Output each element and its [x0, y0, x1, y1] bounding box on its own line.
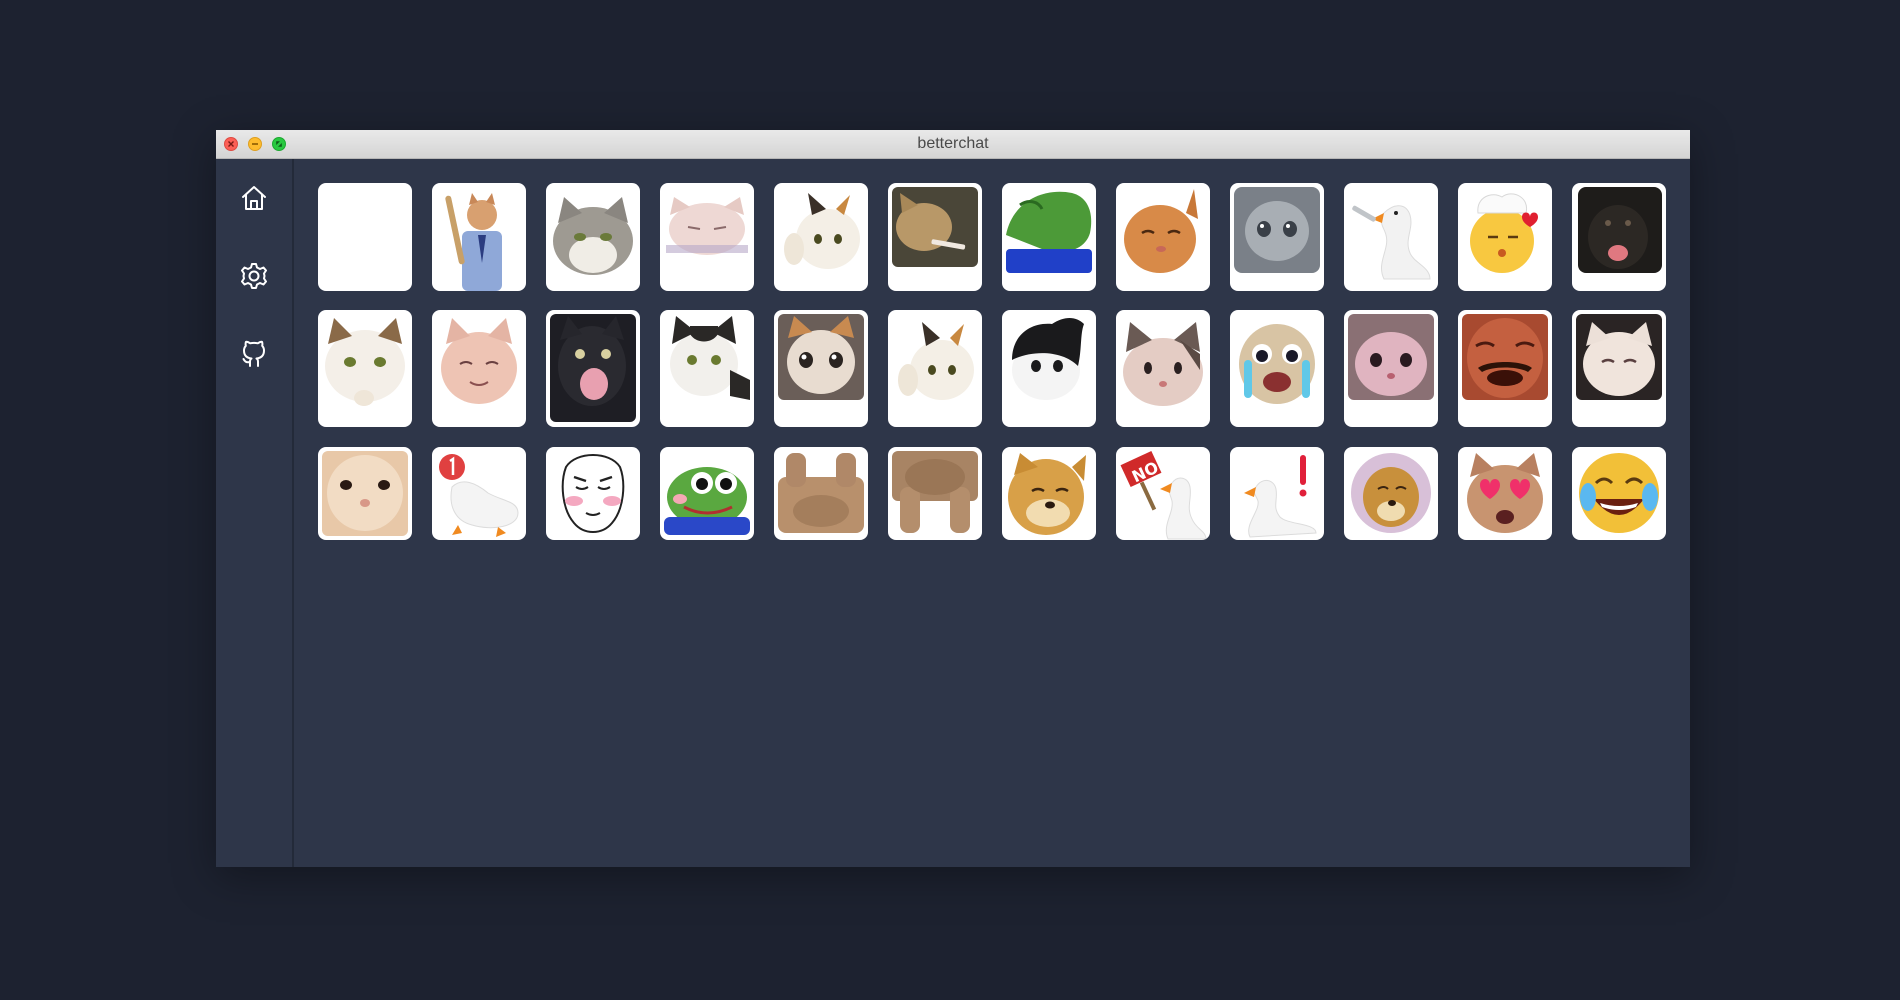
sticker-calico-cat-thumbs-up-2[interactable] [888, 310, 982, 427]
sticker-man-laughing[interactable] [1458, 310, 1552, 427]
sticker-cat-paws-up[interactable] [888, 447, 982, 540]
sticker-blushing-face[interactable] [546, 447, 640, 540]
sticker-grid: NO [318, 183, 1666, 559]
sticker-cat-close-up[interactable] [318, 447, 412, 540]
sticker-pink-beluga-cat[interactable] [1344, 310, 1438, 427]
app-window: betterchat NO [216, 130, 1690, 867]
sticker-cat-crying-tears[interactable] [1230, 310, 1324, 427]
sticker-crying-grey-cat[interactable] [1230, 183, 1324, 291]
sticker-goose-no-sign[interactable]: NO [1116, 447, 1210, 540]
sticker-cat-in-suit-with-bat[interactable] [432, 183, 526, 291]
gear-icon[interactable] [235, 257, 273, 295]
title-bar: betterchat [216, 130, 1690, 159]
github-icon[interactable] [235, 335, 273, 373]
sidebar [216, 159, 294, 867]
sticker-cheems-doge[interactable] [1002, 447, 1096, 540]
home-icon[interactable] [235, 179, 273, 217]
sticker-tuxedo-cat-looking-up[interactable] [1002, 310, 1096, 427]
sticker-black-cat-screaming[interactable] [546, 310, 640, 427]
sticker-goose-with-knife[interactable] [1344, 183, 1438, 291]
sticker-black-dog-smile[interactable] [1572, 183, 1666, 291]
sticker-beluga-cat[interactable] [1116, 310, 1210, 427]
sticker-tuxedo-cat[interactable] [660, 310, 754, 427]
sticker-grey-cat-meme[interactable] [546, 183, 640, 291]
sticker-doge-circle[interactable] [1344, 447, 1438, 540]
window-title: betterchat [917, 135, 989, 152]
sticker-cat-smoking[interactable] [888, 183, 982, 291]
sticker-goose-notification[interactable] [432, 447, 526, 540]
sticker-goose-exclamation[interactable] [1230, 447, 1324, 540]
sticker-loaf-cat-paws[interactable] [774, 447, 868, 540]
sticker-calico-cat-thumbs-up[interactable] [774, 183, 868, 291]
sticker-smudge-table-cat[interactable] [660, 183, 754, 291]
sticker-white-cat-thinking[interactable] [318, 310, 412, 427]
sticker-pepe-frog-lying[interactable] [1002, 183, 1096, 291]
sticker-blank[interactable] [318, 183, 412, 291]
sticker-crying-cat[interactable] [774, 310, 868, 427]
sticker-pepe-frog-smile[interactable] [660, 447, 754, 540]
sticker-heart-eyes-cat[interactable] [1458, 447, 1552, 540]
sticker-orange-cat-squint[interactable] [1116, 183, 1210, 291]
sticker-white-cat-dark-bg[interactable] [1572, 310, 1666, 427]
sticker-pink-cat-smile[interactable] [432, 310, 526, 427]
sticker-chef-kiss-emoji[interactable] [1458, 183, 1552, 291]
sticker-laughing-crying-emoji[interactable] [1572, 447, 1666, 540]
